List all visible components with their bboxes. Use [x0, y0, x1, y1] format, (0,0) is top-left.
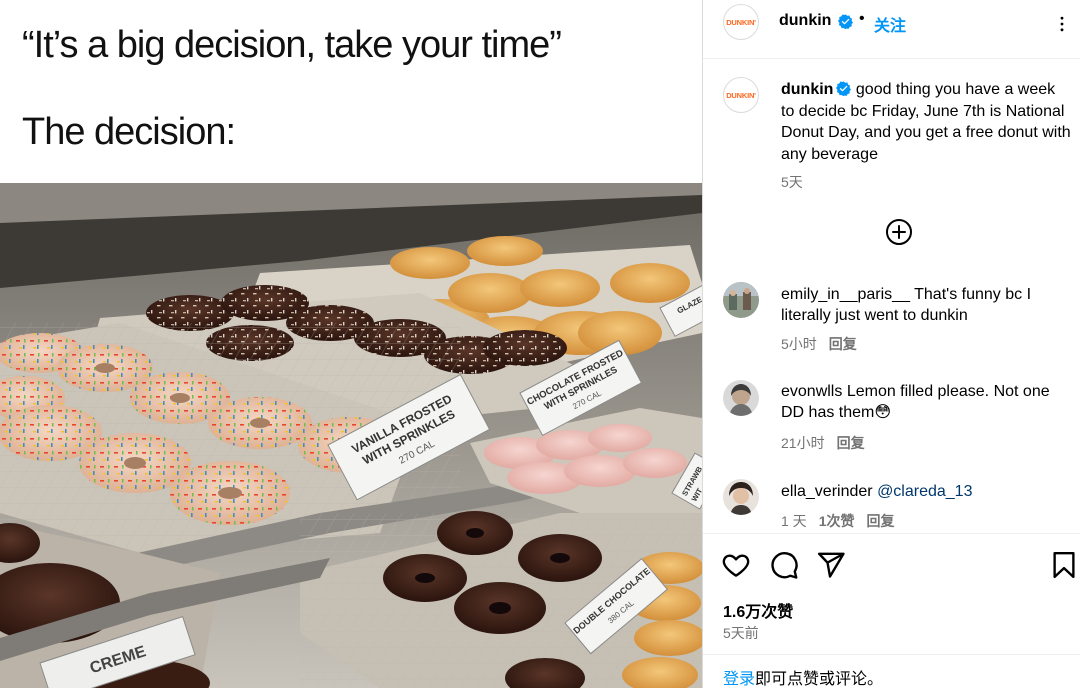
post-sidebar: DUNKIN' dunkin • 关注 DUNKIN' dunkin good … — [702, 0, 1080, 688]
comment-text-block: ella_verinder @clareda_13 — [781, 481, 1076, 502]
caption-time[interactable]: 5天 — [781, 172, 803, 192]
meme-caption-top: “It’s a big decision, take your time” — [22, 24, 562, 66]
post-header: DUNKIN' dunkin • 关注 — [703, 0, 1080, 59]
follow-button[interactable]: 关注 — [874, 12, 906, 36]
heart-icon[interactable] — [721, 550, 751, 580]
post-date[interactable]: 5天前 — [723, 623, 759, 643]
comment-meta: 5小时 回复 — [781, 334, 857, 354]
reply-button[interactable]: 回复 — [866, 513, 894, 529]
commenter-avatar[interactable] — [723, 380, 759, 416]
caption-text-block: dunkin good thing you have a week to dec… — [781, 79, 1071, 165]
donut-display-photo: VANILLA FROSTED WITH SPRINKLES 270 CAL C… — [0, 183, 702, 688]
comment-likes[interactable]: 1次赞 — [819, 513, 855, 529]
comment-username[interactable]: evonwlls — [781, 383, 842, 400]
meme-caption-bottom: The decision: — [22, 111, 236, 153]
comment-meta: 21小时 回复 — [781, 433, 865, 453]
header-separator: • — [859, 10, 865, 27]
load-more-plus-icon[interactable] — [885, 218, 913, 246]
post-actions: 1.6万次赞 5天前 登录即可点赞或评论。 — [703, 533, 1080, 688]
commenter-avatar[interactable] — [723, 282, 759, 318]
reply-button[interactable]: 回复 — [837, 435, 865, 451]
flushed-emoji: 😳 — [874, 404, 892, 421]
brand-logo-text: DUNKIN' — [726, 17, 756, 27]
caption-avatar[interactable]: DUNKIN' — [723, 77, 759, 113]
share-icon[interactable] — [816, 550, 846, 580]
account-username[interactable]: dunkin — [779, 12, 831, 30]
comment-username[interactable]: emily_in__paris__ — [781, 286, 910, 303]
comment-text-block: evonwlls Lemon filled please. Not one DD… — [781, 381, 1076, 423]
comment-mention-link[interactable]: @clareda_13 — [877, 483, 972, 500]
brand-logo-text: DUNKIN' — [726, 90, 756, 100]
comment-text-block: emily_in__paris__ That's funny bc I lite… — [781, 284, 1076, 326]
account-avatar[interactable]: DUNKIN' — [723, 4, 759, 40]
reply-button[interactable]: 回复 — [829, 336, 857, 352]
comment-time[interactable]: 21小时 — [781, 435, 825, 451]
likes-count[interactable]: 1.6万次赞 — [723, 598, 793, 622]
login-prompt-text: 即可点赞或评论。 — [755, 671, 884, 688]
login-link[interactable]: 登录 — [723, 671, 755, 688]
login-prompt: 登录即可点赞或评论。 — [703, 654, 1080, 688]
verified-badge-icon — [838, 14, 853, 29]
post-media[interactable]: “It’s a big decision, take your time” Th… — [0, 0, 702, 688]
more-options-icon[interactable] — [1051, 14, 1073, 34]
comment-meta: 1 天 1次赞 回复 — [781, 511, 894, 531]
bookmark-icon[interactable] — [1049, 550, 1079, 580]
verified-badge-icon — [836, 81, 852, 96]
comment-icon[interactable] — [769, 550, 799, 580]
comment-time[interactable]: 5小时 — [781, 336, 817, 352]
comment-time[interactable]: 1 天 — [781, 513, 807, 529]
caption-username[interactable]: dunkin — [781, 81, 833, 98]
commenter-avatar[interactable] — [723, 479, 759, 515]
comment-username[interactable]: ella_verinder — [781, 483, 873, 500]
